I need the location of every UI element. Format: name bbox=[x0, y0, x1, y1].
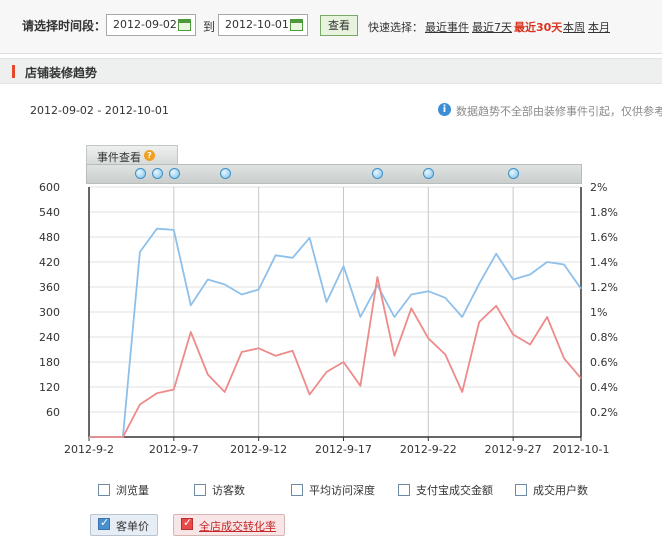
y-right-tick-label: 1.2% bbox=[590, 281, 618, 294]
info-icon: i bbox=[438, 103, 451, 116]
quick-link-this-week[interactable]: 本周 bbox=[563, 19, 585, 35]
event-view-tab[interactable]: 事件查看 ? bbox=[86, 145, 178, 165]
query-button[interactable]: 查看 bbox=[320, 15, 358, 36]
event-marker[interactable] bbox=[423, 168, 435, 179]
legend-selected-avg-price[interactable]: 客单价 bbox=[90, 514, 158, 536]
calendar-icon[interactable] bbox=[178, 19, 191, 31]
x-tick-label: 2012-9-17 bbox=[315, 443, 372, 456]
end-date-input[interactable]: 2012-10-01 bbox=[218, 14, 308, 36]
legend-option-buyers[interactable]: 成交用户数 bbox=[515, 482, 588, 498]
y-right-tick-label: 1% bbox=[590, 306, 607, 319]
legend-option-label: 成交用户数 bbox=[533, 484, 588, 497]
trend-chart: 60 120 180 240 300 360 420 480 540 600 0.2% 0.4% 0.6… bbox=[39, 181, 618, 456]
y-right-tick-label: 1.4% bbox=[590, 256, 618, 269]
legend-option-alipay-amount[interactable]: 支付宝成交金额 bbox=[398, 482, 493, 498]
start-date-input[interactable]: 2012-09-02 bbox=[106, 14, 196, 36]
y-right-tick-label: 0.2% bbox=[590, 406, 618, 419]
y-left-tick-label: 600 bbox=[39, 181, 60, 194]
event-marker[interactable] bbox=[219, 168, 231, 179]
event-marker[interactable] bbox=[372, 168, 384, 179]
y-left-tick-label: 540 bbox=[39, 206, 60, 219]
quick-link-recent-events[interactable]: 最近事件 bbox=[425, 19, 469, 35]
legend-option-avg-depth[interactable]: 平均访问深度 bbox=[291, 482, 375, 498]
y-left-tick-label: 420 bbox=[39, 256, 60, 269]
checkbox-checked[interactable] bbox=[98, 516, 110, 530]
checkbox[interactable] bbox=[398, 484, 410, 496]
to-label: 到 bbox=[203, 20, 216, 34]
legend-selected-conversion-rate[interactable]: 全店成交转化率 bbox=[173, 514, 285, 536]
legend-option-label: 访客数 bbox=[212, 484, 245, 497]
event-marker[interactable] bbox=[168, 168, 180, 179]
legend-option-pageviews[interactable]: 浏览量 bbox=[98, 482, 149, 498]
x-tick-label: 2012-9-2 bbox=[64, 443, 114, 456]
info-text: 数据趋势不全部由装修事件引起，仅供参考 bbox=[456, 105, 662, 118]
calendar-icon[interactable] bbox=[290, 19, 303, 31]
y-left-tick-label: 120 bbox=[39, 381, 60, 394]
checkbox[interactable] bbox=[291, 484, 303, 496]
checkbox-checked[interactable] bbox=[181, 516, 193, 530]
event-marker[interactable] bbox=[134, 168, 146, 179]
checkbox[interactable] bbox=[194, 484, 206, 496]
date-range-label: 请选择时间段： bbox=[22, 19, 107, 33]
legend-option-label: 支付宝成交金额 bbox=[416, 484, 493, 497]
end-date-value: 2012-10-01 bbox=[225, 18, 289, 31]
y-left-tick-label: 300 bbox=[39, 306, 60, 319]
y-left-tick-label: 60 bbox=[46, 406, 60, 419]
section-marker bbox=[12, 65, 15, 78]
x-tick-label: 2012-10-1 bbox=[553, 443, 610, 456]
section-header: 店铺装修趋势 bbox=[0, 58, 662, 84]
start-date-value: 2012-09-02 bbox=[113, 18, 177, 31]
quick-link-last-30-days[interactable]: 最近30天 bbox=[514, 19, 562, 35]
event-marker[interactable] bbox=[508, 168, 520, 179]
y-right-tick-label: 1.8% bbox=[590, 206, 618, 219]
question-icon[interactable]: ? bbox=[144, 150, 155, 161]
event-tab-label: 事件查看 bbox=[97, 151, 141, 164]
quick-select-label: 快速选择： bbox=[368, 21, 423, 34]
y-left-tick-label: 360 bbox=[39, 281, 60, 294]
x-tick-label: 2012-9-12 bbox=[230, 443, 287, 456]
legend-selected-label: 客单价 bbox=[116, 520, 149, 533]
legend-option-label: 浏览量 bbox=[116, 484, 149, 497]
y-right-tick-label: 2% bbox=[590, 181, 607, 194]
quick-link-this-month[interactable]: 本月 bbox=[588, 19, 610, 35]
checkbox[interactable] bbox=[515, 484, 527, 496]
y-left-tick-label: 480 bbox=[39, 231, 60, 244]
x-tick-label: 2012-9-27 bbox=[485, 443, 542, 456]
y-left-tick-label: 180 bbox=[39, 356, 60, 369]
y-right-tick-label: 0.8% bbox=[590, 331, 618, 344]
legend-option-visitors[interactable]: 访客数 bbox=[194, 482, 245, 498]
x-tick-label: 2012-9-22 bbox=[400, 443, 457, 456]
date-range-toolbar: 请选择时间段： 2012-09-02 到 2012-10-01 查看 快速选择：… bbox=[0, 0, 662, 54]
y-right-tick-label: 0.4% bbox=[590, 381, 618, 394]
x-tick-label: 2012-9-7 bbox=[149, 443, 199, 456]
y-right-tick-label: 1.6% bbox=[590, 231, 618, 244]
selected-range-text: 2012-09-02 - 2012-10-01 bbox=[30, 104, 169, 117]
section-title: 店铺装修趋势 bbox=[25, 66, 98, 80]
legend-selected-label: 全店成交转化率 bbox=[199, 520, 276, 533]
quick-link-last-7-days[interactable]: 最近7天 bbox=[472, 19, 512, 35]
legend-option-label: 平均访问深度 bbox=[309, 484, 375, 497]
y-left-tick-label: 240 bbox=[39, 331, 60, 344]
checkbox[interactable] bbox=[98, 484, 110, 496]
event-marker[interactable] bbox=[151, 168, 163, 179]
y-right-tick-label: 0.6% bbox=[590, 356, 618, 369]
